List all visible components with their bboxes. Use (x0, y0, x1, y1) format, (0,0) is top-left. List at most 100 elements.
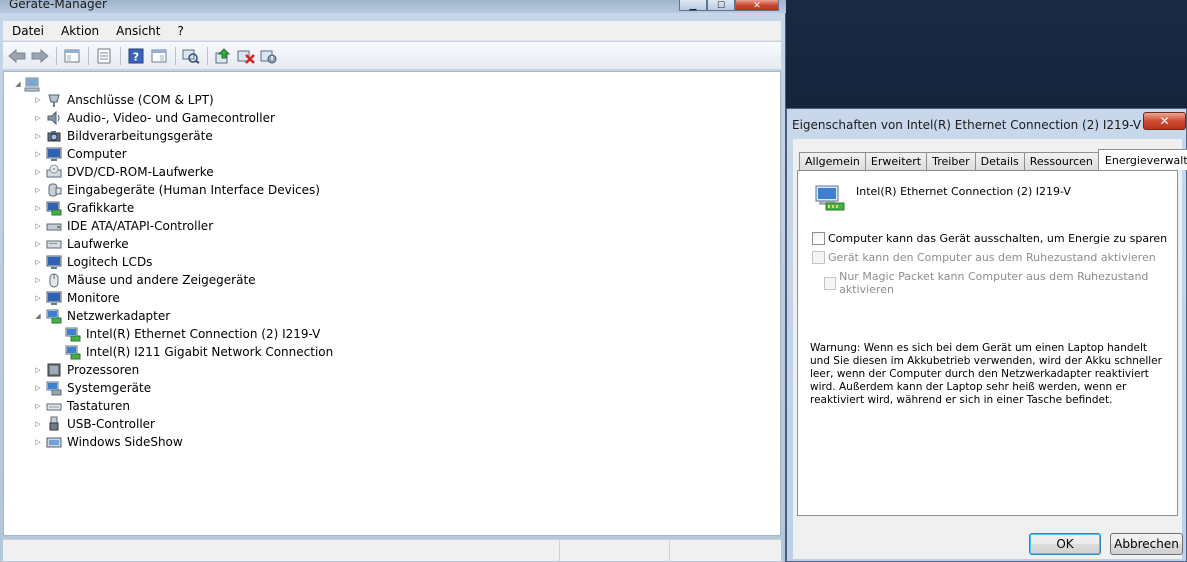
tree-category[interactable]: ▷ Monitore (35, 289, 120, 307)
port-icon (46, 92, 62, 108)
tree-category[interactable]: ▷ Mäuse und andere Zeigegeräte (35, 271, 256, 289)
tab-details[interactable]: Details (974, 152, 1025, 170)
checkbox[interactable] (812, 232, 825, 245)
network-adapter-icon (46, 308, 62, 324)
tree-category[interactable]: ▷ DVD/CD-ROM-Laufwerke (35, 163, 214, 181)
status-pane (670, 540, 780, 561)
disable-device-icon[interactable] (258, 46, 280, 66)
expand-arrow-icon[interactable]: ▷ (34, 420, 42, 428)
checkbox[interactable] (824, 276, 837, 290)
properties-icon[interactable] (93, 46, 115, 66)
menu-bar: Datei Aktion Ansicht ? (3, 21, 781, 41)
tab-resources[interactable]: Ressourcen (1023, 152, 1099, 170)
status-bar (3, 539, 781, 561)
tree-node-label: Logitech LCDs (67, 255, 153, 269)
status-pane (3, 540, 560, 561)
dialog-title: Eigenschaften von Intel(R) Ethernet Conn… (792, 118, 1142, 132)
menu-action[interactable]: Aktion (52, 24, 107, 38)
tree-category[interactable]: ▷ Prozessoren (35, 361, 139, 379)
expand-arrow-icon[interactable]: ▷ (34, 384, 42, 392)
checkbox[interactable] (812, 251, 825, 264)
tree-root[interactable]: ◢ (14, 75, 45, 93)
keyboard-icon (46, 398, 62, 414)
computer-icon (24, 76, 40, 92)
back-arrow-icon[interactable] (6, 46, 28, 66)
tab-driver[interactable]: Treiber (926, 152, 976, 170)
dialog-close-button[interactable]: ✕ (1143, 112, 1186, 130)
expand-arrow-icon[interactable]: ▷ (34, 204, 42, 212)
update-driver-icon[interactable] (212, 46, 234, 66)
menu-view[interactable]: Ansicht (107, 24, 168, 38)
menu-help[interactable]: ? (168, 24, 191, 38)
tree-node-label: Tastaturen (67, 399, 130, 413)
toolbar-separator (207, 46, 208, 65)
expand-arrow-icon[interactable]: ▷ (34, 240, 42, 248)
expand-arrow-icon[interactable]: ▷ (34, 294, 42, 302)
option-allow-turn-off[interactable]: Computer kann das Gerät ausschalten, um … (812, 232, 1167, 245)
tree-category[interactable]: ▷ Audio-, Video- und Gamecontroller (35, 109, 275, 127)
scan-hardware-changes-icon[interactable] (180, 46, 202, 66)
tree-category[interactable]: ▷ Tastaturen (35, 397, 130, 415)
forward-arrow-icon[interactable] (29, 46, 51, 66)
tree-node-label: IDE ATA/ATAPI-Controller (67, 219, 214, 233)
title-bar[interactable]: Geräte-Manager ▁ ☐ ✕ (0, 0, 786, 13)
expand-arrow-icon[interactable]: ▷ (34, 168, 42, 176)
expand-arrow-icon[interactable]: ▷ (34, 438, 42, 446)
tree-node-label: Anschlüsse (COM & LPT) (67, 93, 214, 107)
device-name: Intel(R) Ethernet Connection (2) I219-V (856, 185, 1071, 198)
tree-device[interactable]: Intel(R) I211 Gigabit Network Connection (65, 343, 333, 361)
maximize-button[interactable]: ☐ (707, 0, 735, 11)
collapse-arrow-icon[interactable]: ◢ (34, 312, 42, 320)
tree-category[interactable]: ◢ Netzwerkadapter (35, 307, 170, 325)
show-hide-console-tree-icon[interactable] (61, 46, 83, 66)
expand-arrow-icon[interactable]: ▷ (34, 366, 42, 374)
expand-arrow-icon[interactable]: ▷ (34, 114, 42, 122)
tree-category[interactable]: ▷ Logitech LCDs (35, 253, 153, 271)
expand-arrow-icon[interactable]: ▷ (34, 276, 42, 284)
tree-category[interactable]: ▷ Laufwerke (35, 235, 128, 253)
expand-arrow-icon[interactable]: ▷ (34, 150, 42, 158)
option-magic-packet[interactable]: Nur Magic Packet kann Computer aus dem R… (824, 270, 1177, 296)
tree-device[interactable]: Intel(R) Ethernet Connection (2) I219-V (65, 325, 320, 343)
tree-category[interactable]: ▷ IDE ATA/ATAPI-Controller (35, 217, 214, 235)
option-label: Nur Magic Packet kann Computer aus dem R… (839, 270, 1149, 296)
ok-button[interactable]: OK (1029, 533, 1101, 555)
expand-arrow-icon[interactable]: ▷ (34, 222, 42, 230)
expand-arrow-icon[interactable]: ▷ (34, 258, 42, 266)
dialog-client-area: Allgemein Erweitert Treiber Details Ress… (793, 139, 1187, 559)
close-button[interactable]: ✕ (735, 0, 779, 11)
tree-node-label: Grafikkarte (67, 201, 135, 215)
tree-node-label: Intel(R) Ethernet Connection (2) I219-V (86, 327, 321, 341)
tree-category[interactable]: ▷ Systemgeräte (35, 379, 152, 397)
tab-general[interactable]: Allgemein (799, 152, 866, 170)
tab-power-management[interactable]: Energieverwaltung (1097, 149, 1187, 170)
tree-category[interactable]: ▷ Bildverarbeitungsgeräte (35, 127, 212, 145)
sideshow-icon (46, 434, 62, 450)
tab-advanced[interactable]: Erweitert (864, 152, 928, 170)
show-hide-action-pane-icon[interactable] (148, 46, 170, 66)
tree-category[interactable]: ▷ Anschlüsse (COM & LPT) (35, 91, 214, 109)
tree-node-label: Systemgeräte (67, 381, 152, 395)
option-allow-wake[interactable]: Gerät kann den Computer aus dem Ruhezust… (812, 251, 1156, 264)
cancel-button[interactable]: Abbrechen (1110, 533, 1183, 555)
hid-icon (46, 182, 62, 198)
tree-category[interactable]: ▷ Windows SideShow (35, 433, 182, 451)
menu-file[interactable]: Datei (3, 24, 52, 38)
collapse-arrow-icon[interactable]: ◢ (14, 80, 22, 88)
uninstall-icon[interactable] (235, 46, 257, 66)
tree-category[interactable]: ▷ Grafikkarte (35, 199, 135, 217)
tree-node-label: Computer (67, 147, 127, 161)
network-adapter-icon (65, 344, 81, 360)
usb-icon (46, 416, 62, 432)
toolbar-separator (88, 46, 89, 65)
expand-arrow-icon[interactable]: ▷ (34, 186, 42, 194)
expand-arrow-icon[interactable]: ▷ (34, 96, 42, 104)
help-icon[interactable]: ? (125, 46, 147, 66)
tree-category[interactable]: ▷ Computer (35, 145, 127, 163)
minimize-button[interactable]: ▁ (679, 0, 707, 11)
tree-category[interactable]: ▷ USB-Controller (35, 415, 155, 433)
expand-arrow-icon[interactable]: ▷ (34, 402, 42, 410)
tree-category[interactable]: ▷ Eingabegeräte (Human Interface Devices) (35, 181, 320, 199)
monitor-icon (46, 146, 62, 162)
expand-arrow-icon[interactable]: ▷ (34, 132, 42, 140)
